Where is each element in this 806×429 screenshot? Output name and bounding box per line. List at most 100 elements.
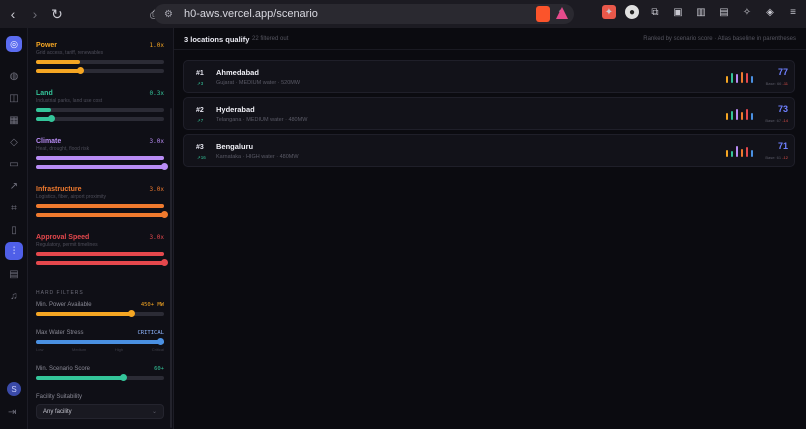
location-card[interactable]: #2 ↗7 Hyderabad Telangana · MEDIUM water… [183, 97, 795, 130]
weight-infrastructure: Infrastructure 3.0x Logistics, fiber, ai… [36, 186, 168, 218]
baseline-delta: -11 [782, 81, 788, 86]
factor-bar [731, 151, 733, 157]
weight-track-a[interactable] [36, 156, 164, 160]
filter-value: CRITICAL [137, 330, 165, 336]
baseline-label: Base: 66 [765, 81, 783, 86]
extension-icon[interactable]: ✦ [602, 5, 616, 19]
report-icon[interactable]: ▤ [8, 268, 20, 280]
weight-fill [36, 69, 80, 73]
ranking-note: Ranked by scenario score · Atlas baselin… [643, 36, 796, 42]
hard-filter-max-water-stress: Max Water Stress CRITICAL Low Medium High C… [36, 330, 165, 352]
filter-fill [36, 340, 164, 344]
slider-handle[interactable] [127, 310, 135, 317]
factor-bar [736, 146, 738, 157]
weight-track-a[interactable] [36, 252, 164, 256]
brave-rewards-icon[interactable] [556, 7, 568, 19]
site-settings-icon[interactable]: ⚙ [164, 9, 178, 20]
weight-approval-speed: Approval Speed 3.0x Regulatory, permit t… [36, 234, 168, 266]
layers-icon[interactable]: ◇ [8, 136, 20, 148]
weight-track-a[interactable] [36, 108, 164, 112]
document-icon[interactable]: ▭ [8, 158, 20, 170]
extension-2-icon[interactable]: ● [625, 5, 639, 19]
factor-bar [736, 74, 738, 83]
filter-slider[interactable] [36, 374, 164, 381]
rank-delta: ↗16 [197, 155, 206, 160]
address-bar[interactable]: ⚙ h0-aws.vercel.app/scenario ⌕ ⇪ [154, 4, 574, 24]
panel-scrollbar[interactable] [170, 108, 172, 428]
slider-handle[interactable] [157, 338, 165, 345]
app-shell: ◎ ◍ ◫ ▦ ◇ ▭ ↗ ⌗ ▯ ⫶ ▤ ♫ S ⇥ Power 1.0x G… [0, 28, 806, 429]
tick-label: Medium [71, 347, 87, 352]
tick-label: Critical [151, 347, 164, 352]
brave-shields-icon[interactable] [536, 6, 550, 22]
weight-fill-a [36, 108, 52, 112]
weight-name: Infrastructure [36, 186, 82, 193]
forward-icon[interactable]: › [26, 5, 44, 23]
chevron-down-icon: ⌄ [151, 409, 157, 415]
weight-power: Power 1.0x Grid access, tariff, renewabl… [36, 42, 164, 74]
ai-assistant-icon[interactable]: ✧ [740, 5, 754, 19]
filter-slider[interactable] [36, 338, 165, 345]
factor-bar [741, 112, 743, 120]
vpn-icon[interactable]: ◈ [763, 5, 777, 19]
filter-value: 450+ MW [140, 302, 164, 308]
scenario-score: 73 [777, 104, 788, 114]
facility-label: Facility Suitability [36, 394, 164, 400]
screenshot-icon[interactable]: ▣ [671, 5, 685, 19]
clipboard-icon[interactable]: ▯ [8, 224, 20, 236]
crop-icon[interactable]: ⌗ [8, 202, 20, 214]
facility-select[interactable]: Any facility ⌄ [36, 404, 164, 419]
city-meta: Gujarat · MEDIUM water · 520MW [216, 80, 301, 86]
bot-icon[interactable]: ◫ [8, 92, 20, 104]
weight-slider[interactable] [36, 211, 168, 218]
slider-handle[interactable] [161, 259, 168, 266]
trend-icon[interactable]: ↗ [8, 180, 20, 192]
sliders-icon[interactable]: ⫶ [5, 242, 23, 260]
bell-icon[interactable]: ♫ [8, 290, 20, 302]
scenario-score: 71 [777, 141, 788, 151]
slider-handle[interactable] [120, 374, 128, 381]
weight-description: Heat, drought, flood risk [36, 146, 90, 152]
location-card[interactable]: #1 ↗3 Ahmedabad Gujarat · MEDIUM water ·… [183, 60, 795, 93]
slider-handle[interactable] [161, 163, 168, 170]
filter-slider[interactable] [36, 310, 164, 317]
slider-handle[interactable] [48, 115, 56, 122]
weight-track-a[interactable] [36, 60, 164, 64]
weight-slider[interactable] [36, 67, 164, 74]
weight-track-a[interactable] [36, 204, 164, 208]
location-card[interactable]: #3 ↗16 Bengaluru Karnataka · HIGH water … [183, 134, 795, 167]
menu-icon[interactable]: ≡ [786, 5, 800, 19]
sidebar-toggle-icon[interactable]: ▥ [694, 5, 708, 19]
factor-bar [731, 111, 733, 120]
rank-delta: ↗3 [197, 81, 204, 86]
logout-icon[interactable]: ⇥ [8, 407, 16, 418]
app-logo-icon[interactable]: ◎ [6, 36, 22, 52]
back-icon[interactable]: ‹ [4, 5, 22, 23]
browser-toolbar: ‹ › ↻ ⎙ ⚙ h0-aws.vercel.app/scenario ⌕ ⇪… [0, 0, 806, 28]
factor-bar [746, 109, 748, 120]
puzzle-icon[interactable]: ⧉ [648, 5, 662, 19]
baseline-score: Base: 66 -11 [766, 81, 788, 86]
weight-slider[interactable] [36, 163, 168, 170]
weight-name: Power [36, 42, 58, 49]
city-meta: Karnataka · HIGH water · 480MW [216, 154, 299, 160]
qualify-count: 3 locations qualify [184, 35, 250, 44]
icon-rail: ◎ ◍ ◫ ▦ ◇ ▭ ↗ ⌗ ▯ ⫶ ▤ ♫ S ⇥ [0, 28, 28, 429]
weight-fill-a [36, 60, 80, 64]
reload-icon[interactable]: ↻ [48, 5, 66, 23]
slider-handle[interactable] [161, 211, 168, 218]
wallet-icon[interactable]: ▤ [717, 5, 731, 19]
facility-suitability-label: Facility Suitability [36, 394, 83, 400]
weight-description: Regulatory, permit timelines [36, 242, 98, 248]
weight-slider[interactable] [36, 259, 168, 266]
slider-handle[interactable] [76, 67, 84, 74]
filter-name: Min. Power Available [36, 302, 92, 308]
filter-name: Min. Scenario Score [36, 366, 91, 372]
city-name: Ahmedabad [216, 68, 259, 77]
avatar[interactable]: S [7, 382, 21, 396]
weight-value: 0.3x [149, 90, 164, 97]
factor-bar [741, 72, 743, 83]
weight-slider[interactable] [36, 115, 164, 122]
globe-icon[interactable]: ◍ [8, 70, 20, 82]
grid-icon[interactable]: ▦ [8, 114, 20, 126]
